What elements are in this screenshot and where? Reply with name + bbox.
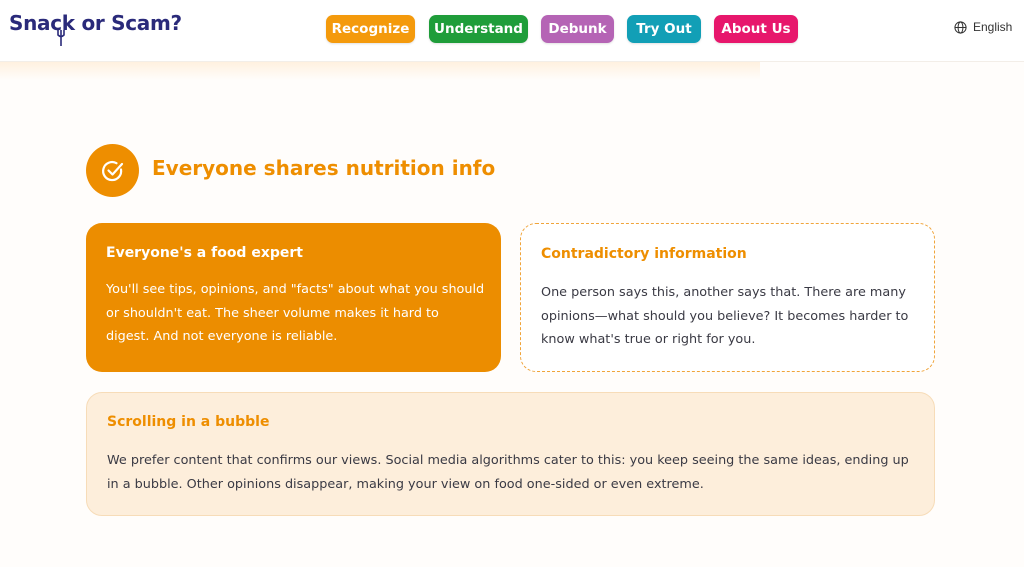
- card-title: Contradictory information: [541, 246, 747, 262]
- logo[interactable]: Snack or Scam?: [9, 11, 182, 35]
- nav-try-out-button[interactable]: Try Out: [627, 15, 701, 43]
- nav-understand-button[interactable]: Understand: [429, 15, 528, 43]
- nav-recognize-button[interactable]: Recognize: [326, 15, 415, 43]
- fork-icon: [57, 30, 65, 46]
- card-bubble: Scrolling in a bubble We prefer content …: [86, 392, 935, 516]
- nav-about-us-button[interactable]: About Us: [714, 15, 798, 43]
- nav-debunk-button[interactable]: Debunk: [541, 15, 614, 43]
- top-header: Snack or Scam? Recognize Understand Debu…: [0, 0, 1024, 62]
- card-body: You'll see tips, opinions, and "facts" a…: [106, 282, 485, 344]
- check-circle-icon: [86, 144, 139, 197]
- card-body: We prefer content that confirms our view…: [107, 453, 909, 492]
- card-title: Scrolling in a bubble: [107, 414, 270, 430]
- language-label: English: [973, 20, 1013, 34]
- card-body: One person says this, another says that.…: [541, 285, 909, 347]
- language-selector[interactable]: English: [954, 20, 1012, 34]
- card-title: Everyone's a food expert: [106, 245, 303, 261]
- card-food-expert: Everyone's a food expert You'll see tips…: [86, 223, 501, 372]
- header-glow: [0, 62, 760, 80]
- section-title: Everyone shares nutrition info: [152, 156, 496, 180]
- card-contradictory-info: Contradictory information One person say…: [520, 223, 935, 372]
- globe-icon: [954, 20, 967, 34]
